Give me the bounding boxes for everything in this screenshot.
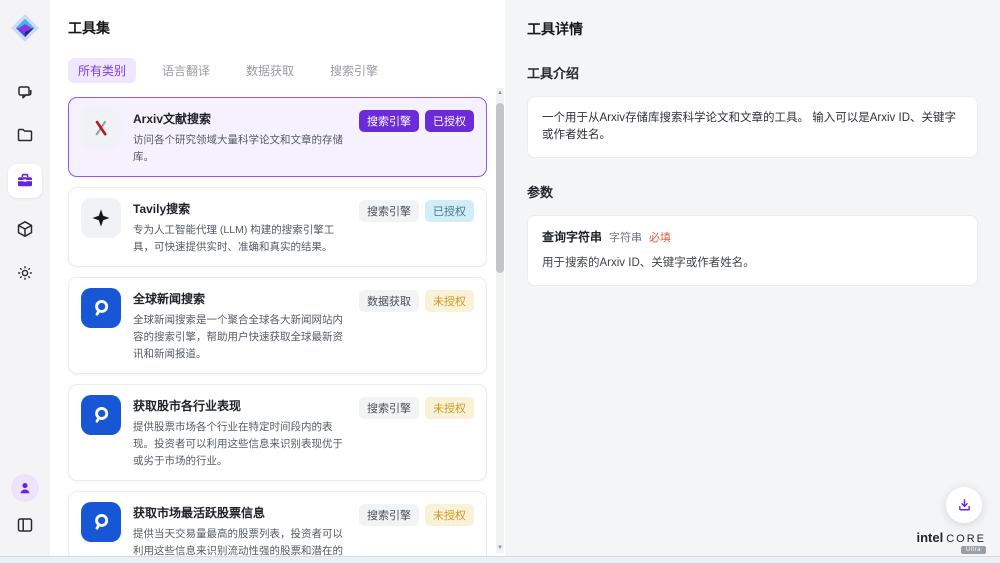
sidebar-rail [0, 0, 50, 556]
tool-card[interactable]: 获取股市各行业表现 提供股票市场各个行业在特定时间段内的表现。投资者可以利用这些… [68, 384, 487, 481]
tool-name: Tavily搜索 [133, 200, 347, 217]
tool-description: 访问各个研究领域大量科学论文和文章的存储库。 [133, 132, 347, 166]
tool-icon [81, 198, 121, 238]
tool-card[interactable]: 全球新闻搜索 全球新闻搜索是一个聚合全球各大新闻网站内容的搜索引擎，帮助用户快速… [68, 277, 487, 374]
cube-icon[interactable] [14, 218, 36, 240]
category-tab[interactable]: 数据获取 [236, 58, 304, 83]
settings-icon[interactable] [14, 262, 36, 284]
folder-icon[interactable] [14, 124, 36, 146]
tool-description: 全球新闻搜索是一个聚合全球各大新闻网站内容的搜索引擎，帮助用户快速获取全球最新资… [133, 312, 347, 363]
tool-card-body: Arxiv文献搜索 访问各个研究领域大量科学论文和文章的存储库。 [133, 108, 347, 166]
param-card: 查询字符串 字符串 必填 用于搜索的Arxiv ID、关键字或作者姓名。 [527, 215, 978, 286]
category-tabs: 所有类别语言翻译数据获取搜索引擎 [68, 58, 505, 83]
tool-badges: 数据获取 未授权 [359, 290, 474, 312]
param-name: 查询字符串 [542, 229, 602, 246]
tool-list-title: 工具集 [68, 18, 505, 38]
tool-name: Arxiv文献搜索 [133, 110, 347, 127]
tool-auth-badge: 未授权 [425, 290, 474, 312]
app-logo-icon[interactable] [9, 12, 41, 44]
tool-card[interactable]: Tavily搜索 专为人工智能代理 (LLM) 构建的搜索引擎工具，可快速提供实… [68, 187, 487, 267]
layout-panel-icon[interactable] [14, 514, 36, 536]
tool-card-body: 获取市场最活跃股票信息 提供当天交易量最高的股票列表，投资者可以利用这些信息来识… [133, 502, 347, 563]
tool-auth-badge: 未授权 [425, 397, 474, 419]
tool-name: 获取市场最活跃股票信息 [133, 504, 347, 521]
scrollbar-up-icon[interactable]: ▲ [496, 88, 504, 98]
list-scrollbar[interactable]: ▲ ▼ [496, 88, 504, 553]
tool-detail-panel: 工具详情 工具介绍 一个用于从Arxiv存储库搜索科学论文和文章的工具。 输入可… [505, 0, 1000, 556]
window-bottom-edge [0, 556, 1000, 563]
intel-core-wordmark: intel CORE [916, 530, 986, 545]
tool-auth-badge: 已授权 [425, 200, 474, 222]
intro-card: 一个用于从Arxiv存储库搜索科学论文和文章的工具。 输入可以是Arxiv ID… [527, 96, 978, 158]
tool-cards: Arxiv文献搜索 访问各个研究领域大量科学论文和文章的存储库。 搜索引擎 已授… [68, 97, 487, 563]
scrollbar-down-icon[interactable]: ▼ [496, 543, 504, 553]
tool-icon [81, 108, 121, 148]
scrollbar-thumb[interactable] [496, 103, 504, 273]
tool-badges: 搜索引擎 未授权 [359, 504, 474, 526]
param-description: 用于搜索的Arxiv ID、关键字或作者姓名。 [542, 255, 963, 272]
tool-category-badge: 搜索引擎 [359, 397, 419, 419]
user-avatar-icon[interactable] [11, 474, 39, 502]
param-required-badge: 必填 [649, 230, 671, 247]
tool-badges: 搜索引擎 未授权 [359, 397, 474, 419]
tool-list-panel: 工具集 所有类别语言翻译数据获取搜索引擎 Arxiv文献搜索 访问各个研究领域大… [50, 0, 505, 556]
tool-name: 全球新闻搜索 [133, 290, 347, 307]
category-tab[interactable]: 语言翻译 [152, 58, 220, 83]
tool-card-body: 全球新闻搜索 全球新闻搜索是一个聚合全球各大新闻网站内容的搜索引擎，帮助用户快速… [133, 288, 347, 363]
intro-text: 一个用于从Arxiv存储库搜索科学论文和文章的工具。 输入可以是Arxiv ID… [542, 112, 956, 141]
tool-badges: 搜索引擎 已授权 [359, 200, 474, 222]
tool-auth-badge: 已授权 [425, 110, 474, 132]
tool-card-body: Tavily搜索 专为人工智能代理 (LLM) 构建的搜索引擎工具，可快速提供实… [133, 198, 347, 256]
toolbox-icon-active[interactable] [8, 164, 42, 198]
detail-title: 工具详情 [527, 19, 978, 39]
tool-category-badge: 搜索引擎 [359, 110, 419, 132]
tool-category-badge: 数据获取 [359, 290, 419, 312]
intel-text: intel [916, 530, 943, 545]
intro-heading: 工具介绍 [527, 63, 978, 82]
tool-icon [81, 288, 121, 328]
tool-description: 提供股票市场各个行业在特定时间段内的表现。投资者可以利用这些信息来识别表现优于或… [133, 419, 347, 470]
params-heading: 参数 [527, 182, 978, 201]
download-icon [956, 497, 973, 514]
param-header: 查询字符串 字符串 必填 [542, 229, 963, 247]
core-text: CORE [946, 533, 986, 545]
download-button[interactable] [946, 487, 982, 523]
chat-icon[interactable] [14, 82, 36, 104]
tool-auth-badge: 未授权 [425, 504, 474, 526]
tool-card[interactable]: Arxiv文献搜索 访问各个研究领域大量科学论文和文章的存储库。 搜索引擎 已授… [68, 97, 487, 177]
tool-description: 专为人工智能代理 (LLM) 构建的搜索引擎工具，可快速提供实时、准确和真实的结… [133, 222, 347, 256]
tool-card[interactable]: 获取市场最活跃股票信息 提供当天交易量最高的股票列表，投资者可以利用这些信息来识… [68, 491, 487, 563]
category-tab[interactable]: 搜索引擎 [320, 58, 388, 83]
category-tab[interactable]: 所有类别 [68, 58, 136, 83]
tool-name: 获取股市各行业表现 [133, 397, 347, 414]
tool-category-badge: 搜索引擎 [359, 504, 419, 526]
tool-icon [81, 502, 121, 542]
param-type: 字符串 [609, 230, 642, 247]
intel-core-logo: intel CORE Ultra [916, 530, 986, 554]
tool-badges: 搜索引擎 已授权 [359, 110, 474, 132]
tool-category-badge: 搜索引擎 [359, 200, 419, 222]
tool-icon [81, 395, 121, 435]
tool-card-body: 获取股市各行业表现 提供股票市场各个行业在特定时间段内的表现。投资者可以利用这些… [133, 395, 347, 470]
ultra-badge: Ultra [961, 546, 986, 554]
